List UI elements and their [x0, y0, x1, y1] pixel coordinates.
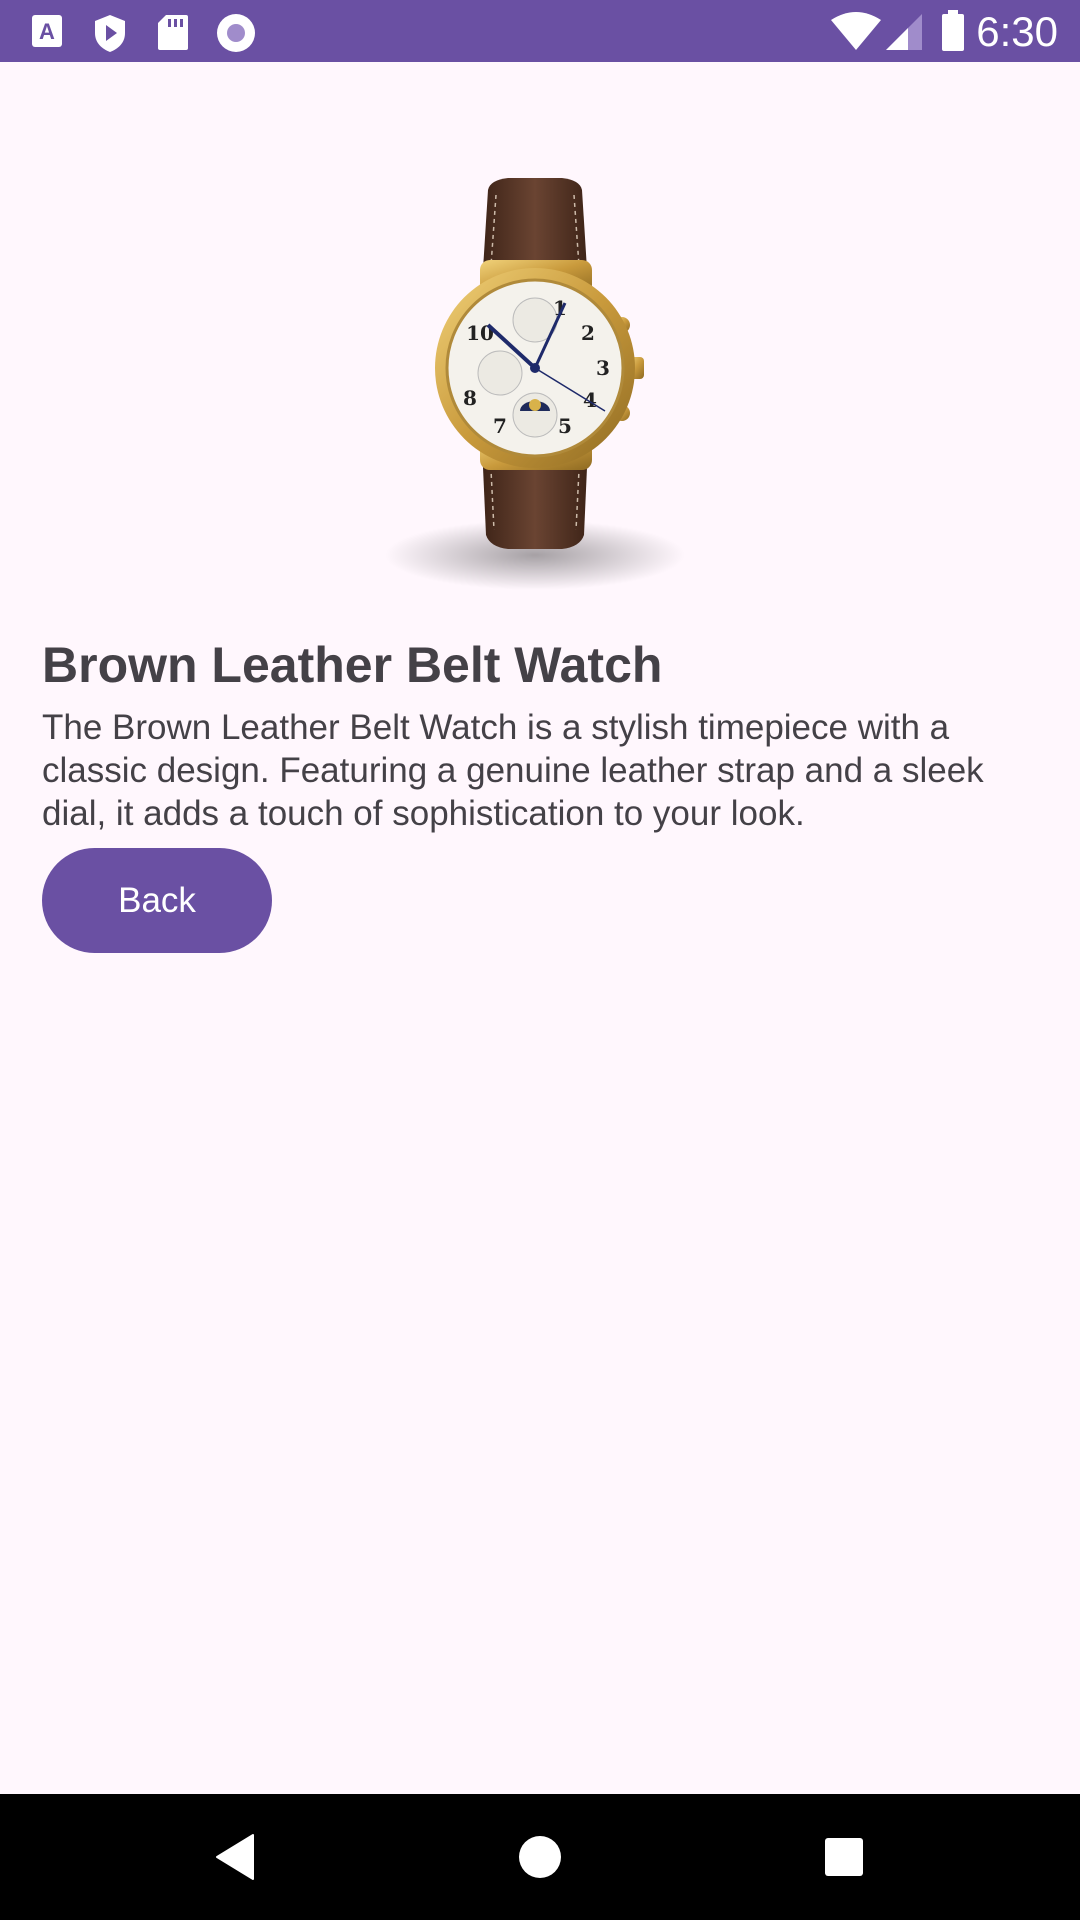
battery-icon [942, 10, 964, 51]
product-description: The Brown Leather Belt Watch is a stylis… [42, 708, 984, 833]
nav-back-button[interactable] [155, 1794, 315, 1920]
svg-text:5: 5 [558, 414, 572, 438]
svg-text:4: 4 [583, 388, 597, 412]
record-circle-icon [217, 14, 255, 52]
cellular-signal-icon [886, 14, 922, 50]
svg-text:A: A [39, 19, 55, 44]
wristwatch-icon: 3 2 1 10 8 7 5 4 [385, 178, 685, 590]
back-button-label: Back [118, 880, 196, 920]
recents-square-icon [825, 1838, 863, 1876]
home-circle-icon [519, 1836, 561, 1878]
status-bar: A 6:30 [0, 0, 1080, 62]
sd-card-icon [158, 15, 188, 50]
svg-text:2: 2 [581, 321, 595, 345]
nav-recents-button[interactable] [764, 1794, 924, 1920]
svg-text:3: 3 [596, 356, 610, 380]
play-shield-icon [95, 15, 125, 52]
navigation-bar [0, 1794, 1080, 1920]
svg-text:7: 7 [493, 414, 507, 438]
back-triangle-icon [216, 1834, 254, 1880]
back-button[interactable]: Back [42, 848, 272, 953]
status-time: 6:30 [976, 8, 1058, 55]
svg-text:8: 8 [463, 386, 477, 410]
product-title: Brown Leather Belt Watch [42, 637, 663, 693]
nav-home-button[interactable] [460, 1794, 620, 1920]
wifi-icon [831, 12, 881, 50]
font-badge-icon: A [32, 15, 62, 47]
